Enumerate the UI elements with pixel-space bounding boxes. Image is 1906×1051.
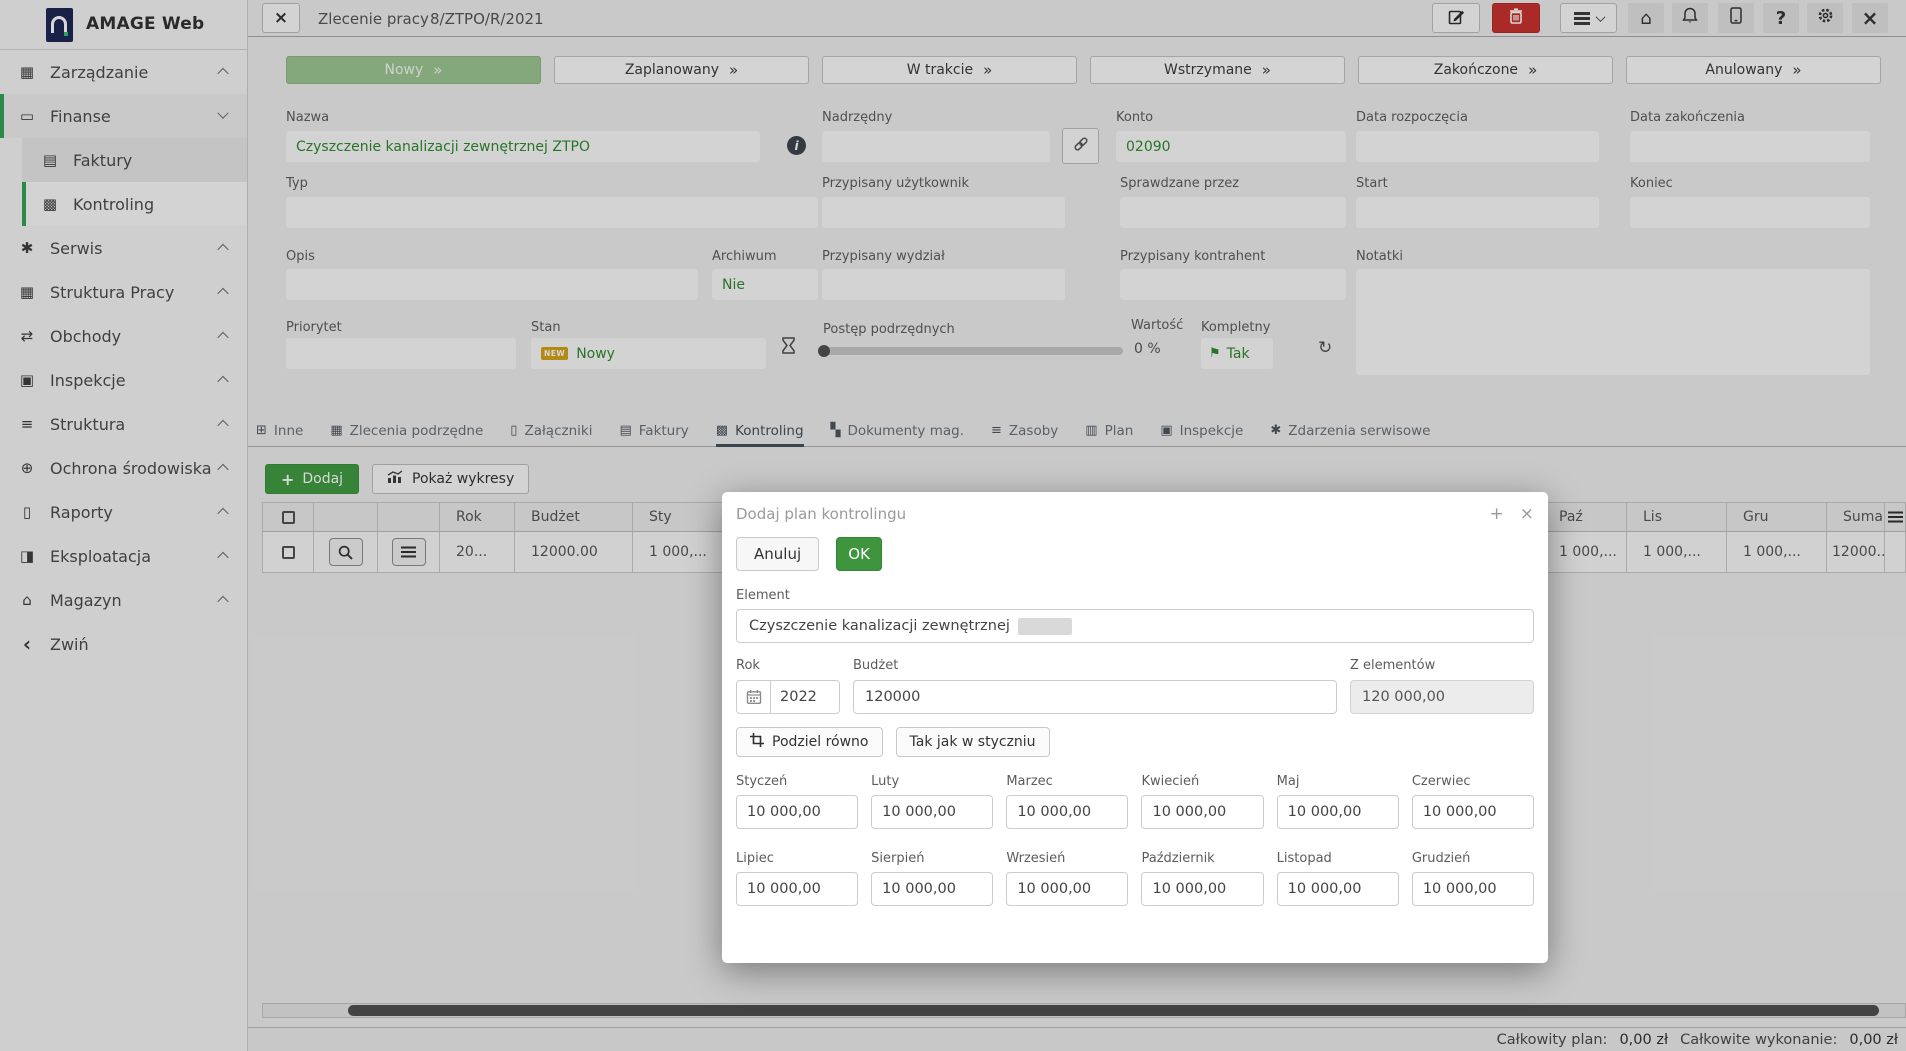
month-input[interactable]: 10 000,00 bbox=[736, 795, 858, 829]
month-label: Lipiec bbox=[736, 851, 858, 866]
budzet-input[interactable]: 120000 bbox=[853, 680, 1337, 714]
month-field-4: Kwiecień 10 000,00 bbox=[1141, 774, 1263, 829]
like-january-label: Tak jak w styczniu bbox=[910, 734, 1036, 750]
element-value: Czyszczenie kanalizacji zewnętrznej bbox=[749, 618, 1010, 634]
month-label: Listopad bbox=[1277, 851, 1399, 866]
month-input[interactable]: 10 000,00 bbox=[1412, 795, 1534, 829]
month-field-3: Marzec 10 000,00 bbox=[1006, 774, 1128, 829]
field-z-elementow: Z elementów 120 000,00 bbox=[1350, 658, 1534, 714]
ok-button[interactable]: OK bbox=[836, 537, 882, 571]
month-input[interactable]: 10 000,00 bbox=[1141, 795, 1263, 829]
month-label: Maj bbox=[1277, 774, 1399, 789]
dialog-title: Dodaj plan kontrolingu bbox=[736, 505, 906, 523]
month-label: Sierpień bbox=[871, 851, 993, 866]
field-budzet: Budżet 120000 bbox=[853, 658, 1337, 714]
month-field-11: Listopad 10 000,00 bbox=[1277, 851, 1399, 906]
month-input[interactable]: 10 000,00 bbox=[1412, 872, 1534, 906]
element-label: Element bbox=[736, 588, 1534, 603]
month-field-10: Październik 10 000,00 bbox=[1141, 851, 1263, 906]
month-field-12: Grudzień 10 000,00 bbox=[1412, 851, 1534, 906]
z-elementow-label: Z elementów bbox=[1350, 658, 1534, 673]
month-input[interactable]: 10 000,00 bbox=[1277, 795, 1399, 829]
dialog-maximize-icon[interactable]: + bbox=[1490, 504, 1504, 524]
add-controlling-plan-dialog: Dodaj plan kontrolingu + × Anuluj OK Ele… bbox=[722, 492, 1548, 963]
month-input[interactable]: 10 000,00 bbox=[871, 795, 993, 829]
month-input[interactable]: 10 000,00 bbox=[1141, 872, 1263, 906]
month-field-2: Luty 10 000,00 bbox=[871, 774, 993, 829]
month-input[interactable]: 10 000,00 bbox=[1277, 872, 1399, 906]
month-input[interactable]: 10 000,00 bbox=[871, 872, 993, 906]
month-input[interactable]: 10 000,00 bbox=[736, 872, 858, 906]
month-field-6: Czerwiec 10 000,00 bbox=[1412, 774, 1534, 829]
month-label: Styczeń bbox=[736, 774, 858, 789]
app-root: AMAGE Web ▦Zarządzanie▭Finanse▤Faktury▩K… bbox=[0, 0, 1906, 1051]
month-label: Luty bbox=[871, 774, 993, 789]
month-label: Kwiecień bbox=[1141, 774, 1263, 789]
dialog-close-icon[interactable]: × bbox=[1520, 504, 1534, 524]
rok-label: Rok bbox=[736, 658, 840, 673]
month-field-7: Lipiec 10 000,00 bbox=[736, 851, 858, 906]
month-input[interactable]: 10 000,00 bbox=[1006, 795, 1128, 829]
z-elementow-input: 120 000,00 bbox=[1350, 680, 1534, 714]
month-input[interactable]: 10 000,00 bbox=[1006, 872, 1128, 906]
months-grid: Styczeń 10 000,00 Luty 10 000,00 Marzec 10 00… bbox=[736, 774, 1534, 906]
calendar-icon[interactable] bbox=[737, 681, 771, 713]
month-label: Grudzień bbox=[1412, 851, 1534, 866]
month-label: Marzec bbox=[1006, 774, 1128, 789]
field-rok: Rok 2022 bbox=[736, 658, 840, 714]
cancel-button[interactable]: Anuluj bbox=[736, 537, 819, 571]
like-january-button[interactable]: Tak jak w styczniu bbox=[896, 727, 1050, 757]
month-label: Październik bbox=[1141, 851, 1263, 866]
month-label: Wrzesień bbox=[1006, 851, 1128, 866]
month-label: Czerwiec bbox=[1412, 774, 1534, 789]
split-icon bbox=[750, 733, 764, 751]
budzet-label: Budżet bbox=[853, 658, 1337, 673]
rok-value: 2022 bbox=[771, 689, 817, 705]
month-field-9: Wrzesień 10 000,00 bbox=[1006, 851, 1128, 906]
element-input[interactable]: Czyszczenie kanalizacji zewnętrznej bbox=[736, 609, 1534, 643]
split-equal-button[interactable]: Podziel równo bbox=[736, 727, 883, 757]
redacted-text bbox=[1018, 618, 1072, 635]
rok-input[interactable]: 2022 bbox=[736, 680, 840, 714]
month-field-5: Maj 10 000,00 bbox=[1277, 774, 1399, 829]
month-field-8: Sierpień 10 000,00 bbox=[871, 851, 993, 906]
month-field-1: Styczeń 10 000,00 bbox=[736, 774, 858, 829]
split-equal-label: Podziel równo bbox=[772, 734, 869, 750]
